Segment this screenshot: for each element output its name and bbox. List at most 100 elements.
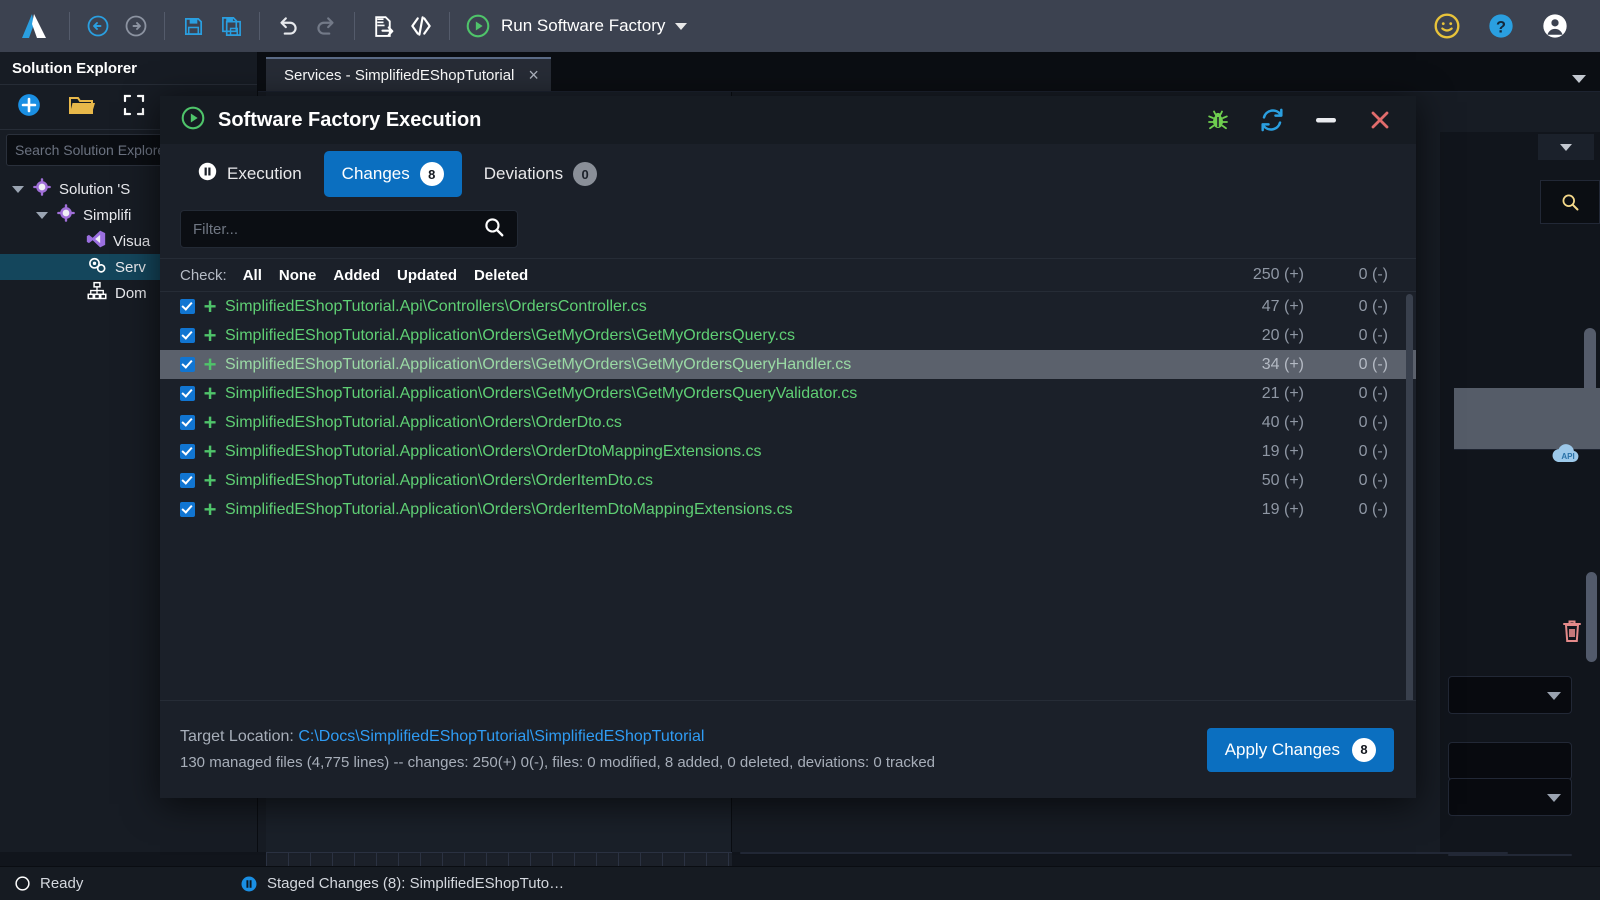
services-icon bbox=[86, 255, 108, 279]
expand-icon[interactable] bbox=[122, 93, 146, 122]
changes-list-scrollbar[interactable] bbox=[1406, 294, 1413, 700]
inspector-dropdown-top[interactable] bbox=[1538, 134, 1594, 160]
chevron-down-icon[interactable] bbox=[36, 211, 48, 219]
search-icon bbox=[1562, 194, 1579, 211]
row-added-count: 34 (+) bbox=[1261, 355, 1304, 373]
save-all-button[interactable] bbox=[212, 7, 250, 45]
redo-button[interactable] bbox=[307, 7, 345, 45]
added-plus-icon: + bbox=[203, 380, 217, 406]
status-staged-label: Staged Changes (8): SimplifiedEShopTuto… bbox=[267, 875, 565, 892]
application-window: Run Software Factory ? Solution Explorer bbox=[0, 0, 1600, 900]
check-none-link[interactable]: None bbox=[279, 267, 317, 284]
check-added-link[interactable]: Added bbox=[333, 267, 380, 284]
row-totals: 19 (+) 0 (-) bbox=[1188, 501, 1416, 519]
tab-changes[interactable]: Changes 8 bbox=[323, 151, 462, 197]
add-icon[interactable] bbox=[16, 92, 42, 123]
inspector-textarea[interactable] bbox=[1448, 854, 1572, 856]
table-row[interactable]: + SimplifiedEShopTutorial.Application\Or… bbox=[160, 379, 1416, 408]
row-totals: 47 (+) 0 (-) bbox=[1188, 298, 1416, 316]
delete-button[interactable] bbox=[1560, 618, 1584, 649]
chevron-down-icon[interactable] bbox=[12, 185, 24, 193]
row-checkbox[interactable] bbox=[180, 386, 195, 401]
forward-button[interactable] bbox=[117, 7, 155, 45]
apply-changes-button[interactable]: Apply Changes 8 bbox=[1206, 727, 1394, 772]
changes-list[interactable]: + SimplifiedEShopTutorial.Api\Controller… bbox=[160, 292, 1416, 700]
row-added-count: 19 (+) bbox=[1261, 500, 1304, 518]
solution-explorer-title: Solution Explorer bbox=[12, 59, 138, 77]
editor-tab-label: Services - SimplifiedEShopTutorial bbox=[284, 66, 515, 84]
row-added-count: 21 (+) bbox=[1261, 384, 1304, 402]
dialog-header: Software Factory Execution bbox=[160, 96, 1416, 144]
filter-input[interactable] bbox=[193, 220, 483, 238]
undo-button[interactable] bbox=[269, 7, 307, 45]
row-checkbox[interactable] bbox=[180, 444, 195, 459]
inspector-text-field[interactable] bbox=[1448, 742, 1572, 780]
close-icon[interactable] bbox=[1366, 106, 1394, 134]
back-button[interactable] bbox=[79, 7, 117, 45]
row-removed-count: 0 (-) bbox=[1358, 500, 1388, 518]
account-button[interactable] bbox=[1536, 7, 1574, 45]
dialog-title: Software Factory Execution bbox=[218, 108, 482, 131]
row-added-count: 47 (+) bbox=[1261, 297, 1304, 315]
row-removed-count: 0 (-) bbox=[1358, 471, 1388, 489]
table-row[interactable]: + SimplifiedEShopTutorial.Application\Or… bbox=[160, 408, 1416, 437]
table-row[interactable]: + SimplifiedEShopTutorial.Application\Or… bbox=[160, 437, 1416, 466]
svg-text:?: ? bbox=[1496, 18, 1506, 36]
table-row[interactable]: + SimplifiedEShopTutorial.Application\Or… bbox=[160, 321, 1416, 350]
minimize-icon[interactable] bbox=[1312, 106, 1340, 134]
row-checkbox[interactable] bbox=[180, 357, 195, 372]
inspector-dropdown-2[interactable] bbox=[1448, 778, 1572, 816]
tab-changes-badge: 8 bbox=[419, 162, 444, 186]
row-checkbox[interactable] bbox=[180, 299, 195, 314]
chevron-down-icon[interactable] bbox=[675, 22, 688, 30]
feedback-smiley-button[interactable] bbox=[1428, 7, 1466, 45]
row-checkbox[interactable] bbox=[180, 415, 195, 430]
app-logo bbox=[14, 9, 54, 43]
tab-deviations[interactable]: Deviations 0 bbox=[466, 151, 615, 197]
table-row[interactable]: + SimplifiedEShopTutorial.Api\Controller… bbox=[160, 292, 1416, 321]
circle-icon bbox=[15, 876, 30, 891]
filter-input-wrapper[interactable] bbox=[180, 210, 518, 248]
inspector-scrollbar-2[interactable] bbox=[1586, 572, 1597, 662]
inspector-dropdown-1[interactable] bbox=[1448, 676, 1572, 714]
tab-execution[interactable]: Execution bbox=[180, 151, 320, 197]
search-icon[interactable] bbox=[483, 216, 505, 243]
check-all-link[interactable]: All bbox=[243, 267, 262, 284]
row-file-path: SimplifiedEShopTutorial.Application\Orde… bbox=[225, 384, 858, 402]
help-button[interactable]: ? bbox=[1482, 7, 1520, 45]
row-totals: 40 (+) 0 (-) bbox=[1188, 414, 1416, 432]
table-row[interactable]: + SimplifiedEShopTutorial.Application\Or… bbox=[160, 495, 1416, 524]
apply-changes-badge: 8 bbox=[1352, 737, 1376, 762]
row-checkbox[interactable] bbox=[180, 502, 195, 517]
status-ready: Ready bbox=[0, 875, 240, 892]
table-row[interactable]: + SimplifiedEShopTutorial.Application\Or… bbox=[160, 466, 1416, 495]
open-folder-icon[interactable] bbox=[68, 92, 96, 123]
target-location-path[interactable]: C:\Docs\SimplifiedEShopTutorial\Simplifi… bbox=[298, 728, 704, 745]
close-icon[interactable]: × bbox=[528, 66, 539, 84]
editor-tab-services[interactable]: Services - SimplifiedEShopTutorial × bbox=[266, 57, 551, 91]
document-export-button[interactable] bbox=[364, 7, 402, 45]
row-checkbox[interactable] bbox=[180, 473, 195, 488]
code-button[interactable] bbox=[402, 7, 440, 45]
run-software-factory-button[interactable]: Run Software Factory bbox=[459, 13, 695, 39]
solution-icon bbox=[32, 177, 52, 201]
save-button[interactable] bbox=[174, 7, 212, 45]
check-deleted-link[interactable]: Deleted bbox=[474, 267, 528, 284]
inspector-search-button[interactable] bbox=[1540, 180, 1600, 224]
filter-area bbox=[160, 204, 1416, 258]
row-added-count: 20 (+) bbox=[1261, 326, 1304, 344]
check-updated-link[interactable]: Updated bbox=[397, 267, 457, 284]
row-totals: 21 (+) 0 (-) bbox=[1188, 385, 1416, 403]
toolbar-divider bbox=[259, 12, 260, 40]
refresh-icon[interactable] bbox=[1258, 106, 1286, 134]
status-staged-changes[interactable]: Staged Changes (8): SimplifiedEShopTuto… bbox=[240, 875, 564, 893]
row-checkbox[interactable] bbox=[180, 328, 195, 343]
bug-icon[interactable] bbox=[1204, 106, 1232, 134]
tab-overflow-chevron-down-icon[interactable] bbox=[1572, 75, 1586, 83]
pause-circle-icon bbox=[198, 162, 217, 186]
check-toolbar: Check: All None Added Updated Deleted 25… bbox=[160, 258, 1416, 292]
row-file-path: SimplifiedEShopTutorial.Application\Orde… bbox=[225, 326, 795, 344]
tab-deviations-badge: 0 bbox=[573, 162, 598, 186]
row-file-path: SimplifiedEShopTutorial.Application\Orde… bbox=[225, 471, 654, 489]
table-row[interactable]: + SimplifiedEShopTutorial.Application\Or… bbox=[160, 350, 1416, 379]
